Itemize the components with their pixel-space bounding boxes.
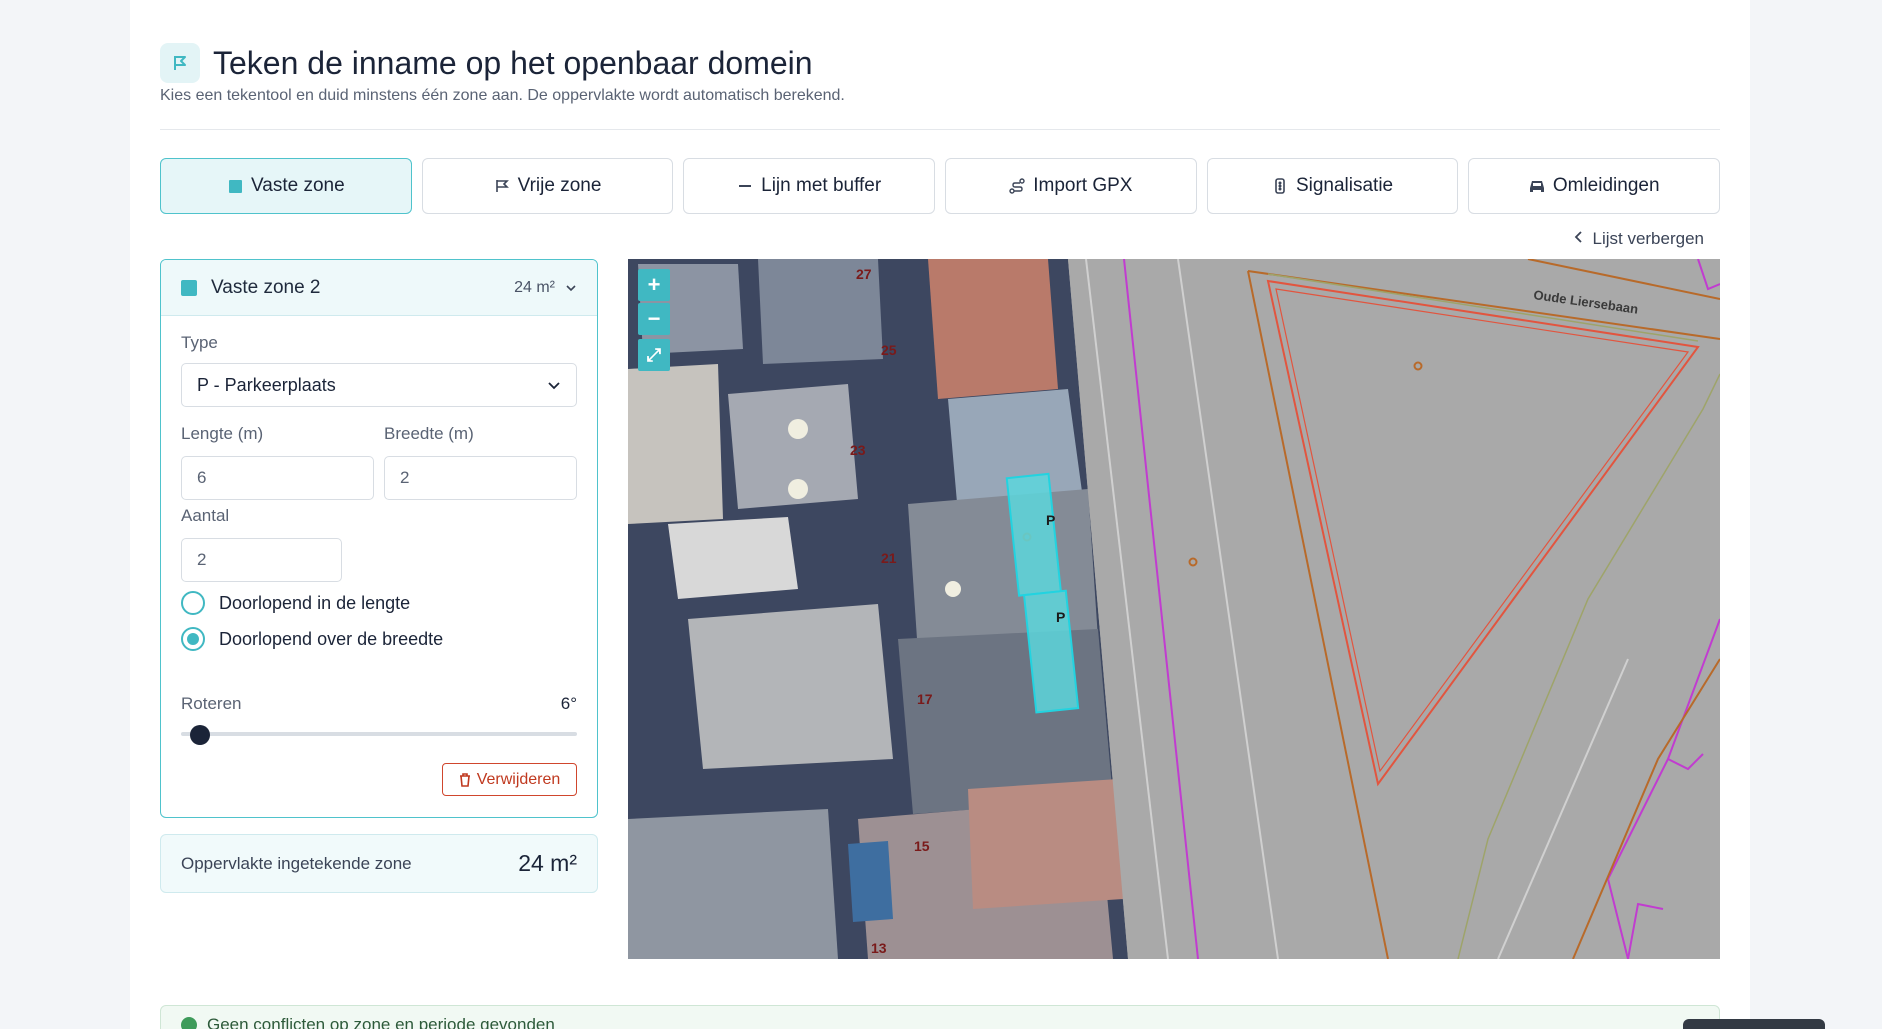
tab-vaste-zone[interactable]: Vaste zone bbox=[160, 158, 412, 214]
house-number: 27 bbox=[856, 266, 872, 282]
rooftop bbox=[968, 779, 1123, 909]
house-number: 13 bbox=[871, 940, 887, 956]
radio-button[interactable] bbox=[181, 627, 205, 651]
area-summary: Oppervlakte ingetekende zone 24 m² bbox=[160, 834, 598, 893]
map-view[interactable]: P P 27 25 23 21 17 15 13 Oude Liersebaan… bbox=[628, 259, 1720, 959]
page-subtitle: Kies een tekentool en duid minstens één … bbox=[160, 87, 845, 104]
length-label: Lengte (m) bbox=[181, 424, 264, 443]
route-icon bbox=[1009, 178, 1025, 194]
rooftop bbox=[628, 364, 723, 524]
house-number: 17 bbox=[917, 691, 933, 707]
house-number: 25 bbox=[881, 342, 897, 358]
notice-text: Geen conflicten op zone en periode gevon… bbox=[207, 1015, 555, 1029]
car-icon bbox=[1529, 178, 1545, 194]
tab-label: Vaste zone bbox=[251, 175, 345, 196]
main-card: Teken de inname op het openbaar domein K… bbox=[130, 0, 1750, 1029]
page-title: Teken de inname op het openbaar domein bbox=[213, 45, 813, 81]
trash-icon bbox=[459, 772, 470, 787]
house-number: 21 bbox=[881, 550, 897, 566]
delete-label: Verwijderen bbox=[476, 770, 561, 788]
drawing-tools: Vaste zone Vrije zone Lijn met buffer Im… bbox=[160, 158, 1721, 214]
tab-vrije-zone[interactable]: Vrije zone bbox=[421, 158, 674, 214]
floating-tab[interactable] bbox=[1683, 1019, 1825, 1029]
parking-label: P bbox=[1046, 512, 1055, 528]
chevron-left-icon bbox=[1574, 229, 1584, 249]
hide-list-toggle[interactable]: Lijst verbergen bbox=[1574, 229, 1704, 249]
radio-label: Doorlopend over de breedte bbox=[219, 628, 444, 649]
line-icon bbox=[737, 178, 753, 194]
radio-button[interactable] bbox=[181, 591, 205, 615]
road-area bbox=[1068, 259, 1720, 959]
map-canvas[interactable]: P P 27 25 23 21 17 15 13 Oude Liersebaan bbox=[628, 259, 1720, 959]
rooftop bbox=[628, 809, 838, 959]
width-input[interactable]: 2 bbox=[384, 456, 577, 500]
parking-label: P bbox=[1056, 609, 1065, 625]
type-select-value: P - Parkeerplaats bbox=[197, 374, 336, 395]
check-circle-icon bbox=[181, 1017, 197, 1029]
radio-doorlopend-breedte[interactable]: Doorlopend over de breedte bbox=[181, 627, 443, 651]
header-divider bbox=[160, 129, 1720, 130]
rotate-slider-thumb[interactable] bbox=[190, 725, 210, 745]
tab-label: Signalisatie bbox=[1295, 175, 1394, 196]
zone-color-swatch bbox=[181, 279, 197, 296]
zone-title: Vaste zone 2 bbox=[211, 276, 321, 298]
chevron-down-icon bbox=[548, 382, 560, 390]
count-input[interactable]: 2 bbox=[181, 538, 342, 582]
zone-area: 24 m² bbox=[514, 278, 555, 296]
zoom-in-button[interactable]: + bbox=[638, 269, 670, 301]
type-select[interactable]: P - Parkeerplaats bbox=[181, 363, 577, 407]
zone-panel: Vaste zone 2 24 m² Type P - Parkeerplaat… bbox=[160, 259, 598, 818]
tab-omleidingen[interactable]: Omleidingen bbox=[1468, 158, 1721, 214]
count-label: Aantal bbox=[181, 506, 230, 525]
rotate-value: 6° bbox=[560, 694, 577, 713]
area-summary-value: 24 m² bbox=[518, 850, 577, 876]
tab-label: Import GPX bbox=[1033, 175, 1133, 196]
tab-signalisatie[interactable]: Signalisatie bbox=[1206, 158, 1459, 214]
zone-panel-header[interactable]: Vaste zone 2 24 m² bbox=[161, 260, 597, 316]
area-summary-label: Oppervlakte ingetekende zone bbox=[181, 853, 412, 873]
tab-label: Lijn met buffer bbox=[761, 175, 882, 196]
tab-label: Omleidingen bbox=[1552, 175, 1660, 196]
tab-label: Vrije zone bbox=[517, 175, 602, 196]
width-label: Breedte (m) bbox=[384, 424, 474, 443]
rooftop bbox=[928, 259, 1058, 399]
hide-list-label: Lijst verbergen bbox=[1592, 229, 1704, 248]
rooftop bbox=[848, 841, 893, 922]
delete-zone-button[interactable]: Verwijderen bbox=[442, 763, 577, 796]
type-label: Type bbox=[181, 333, 218, 352]
radio-doorlopend-lengte[interactable]: Doorlopend in de lengte bbox=[181, 591, 410, 615]
skylight bbox=[945, 581, 961, 597]
polygon-flag-icon bbox=[494, 178, 510, 194]
house-number: 23 bbox=[850, 442, 866, 458]
length-input[interactable]: 6 bbox=[181, 456, 374, 500]
conflict-notice: Geen conflicten op zone en periode gevon… bbox=[160, 1005, 1720, 1029]
tab-lijn-met-buffer[interactable]: Lijn met buffer bbox=[683, 158, 936, 214]
square-icon bbox=[227, 178, 243, 194]
fullscreen-button[interactable]: ⤢ bbox=[638, 339, 670, 371]
skylight bbox=[788, 479, 808, 499]
rooftop bbox=[688, 604, 893, 769]
rotate-label: Roteren bbox=[181, 694, 242, 713]
radio-label: Doorlopend in de lengte bbox=[219, 592, 411, 613]
house-number: 15 bbox=[914, 838, 930, 854]
zoom-out-button[interactable]: − bbox=[638, 303, 670, 335]
rooftop bbox=[668, 517, 798, 599]
flag-icon bbox=[160, 43, 200, 83]
rotate-slider-track[interactable] bbox=[181, 732, 577, 736]
chevron-down-icon bbox=[566, 284, 576, 291]
tab-import-gpx[interactable]: Import GPX bbox=[945, 158, 1197, 214]
skylight bbox=[788, 419, 808, 439]
traffic-light-icon bbox=[1272, 178, 1288, 194]
